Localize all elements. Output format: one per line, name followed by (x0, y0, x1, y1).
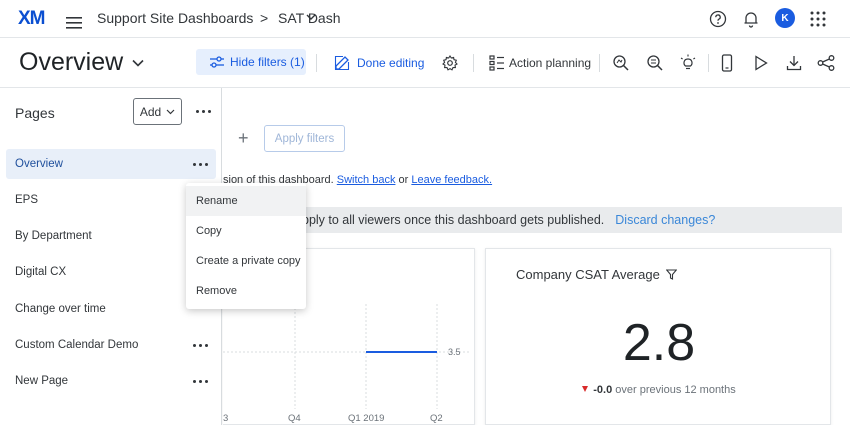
down-arrow-icon (582, 386, 589, 392)
pages-heading: Pages (15, 105, 55, 121)
x-tick-label: Q2 (430, 413, 443, 424)
x-tick-label: 3 (223, 413, 228, 424)
filter-sliders-icon (210, 56, 224, 68)
dashboard-header: Overview Hide filters (1) Done editing A… (0, 38, 850, 88)
breadcrumb-project[interactable]: Support Site Dashboards (97, 10, 253, 26)
page-context-menu: Rename Copy Create a private copy Remove (186, 183, 306, 309)
kpi-value: 2.8 (622, 314, 696, 372)
page-item-change-over-time[interactable]: Change over time (6, 294, 216, 324)
add-page-label: Add (139, 104, 162, 119)
menu-icon[interactable] (62, 11, 86, 35)
bell-icon[interactable] (739, 7, 763, 31)
zoom-insights-icon[interactable] (643, 51, 667, 75)
page-item-digital-cx[interactable]: Digital CX (6, 257, 216, 287)
page-item-eps[interactable]: EPS (6, 185, 216, 215)
top-nav-bar: XM Support Site Dashboards > SAT Dash K (0, 0, 850, 38)
action-planning-button[interactable]: Action planning (509, 56, 591, 70)
page-item-label: Change over time (15, 303, 106, 315)
play-icon[interactable] (749, 51, 773, 75)
xm-logo[interactable]: XM (18, 8, 45, 30)
switch-back-link[interactable]: Switch back (337, 174, 396, 186)
unpublished-changes-banner: pply to all viewers once this dashboard … (223, 207, 842, 233)
search-analysis-icon[interactable] (609, 51, 633, 75)
chevron-down-icon[interactable] (132, 59, 144, 67)
page-item-by-department[interactable]: By Department (6, 221, 216, 251)
apply-filters-button[interactable]: Apply filters (264, 125, 345, 152)
more-options-icon[interactable] (193, 163, 208, 166)
leave-feedback-link[interactable]: Leave feedback. (411, 174, 492, 186)
help-icon[interactable] (706, 7, 730, 31)
version-notice-or: or (398, 174, 409, 186)
page-item-label: Digital CX (15, 266, 67, 278)
action-planning-icon[interactable] (489, 55, 505, 71)
kpi-widget[interactable]: Company CSAT Average 2.8 -0.0 over previ… (485, 248, 831, 425)
more-options-icon[interactable] (193, 344, 208, 347)
page-item-label: Custom Calendar Demo (15, 339, 139, 351)
menu-item-copy[interactable]: Copy (186, 216, 306, 246)
kpi-delta-text: over previous 12 months (615, 384, 736, 396)
download-icon[interactable] (782, 51, 806, 75)
kpi-delta-value: -0.0 (593, 384, 613, 396)
app-grid-icon[interactable] (806, 7, 830, 31)
page-item-custom-calendar-demo[interactable]: Custom Calendar Demo (6, 330, 216, 360)
page-title[interactable]: Overview (19, 48, 123, 77)
breadcrumb-separator: > (260, 10, 269, 26)
toolbar-divider (473, 54, 474, 72)
filter-icon[interactable] (665, 269, 677, 280)
menu-item-remove[interactable]: Remove (186, 276, 306, 306)
mobile-preview-icon[interactable] (715, 51, 739, 75)
x-tick-label: Q1 2019 (348, 413, 384, 424)
page-item-overview[interactable]: Overview (6, 149, 216, 179)
data-value-label: 3.5 (448, 347, 461, 357)
more-options-icon[interactable] (193, 380, 208, 383)
toolbar-divider (599, 54, 600, 72)
lightbulb-icon[interactable] (676, 51, 700, 75)
toolbar-divider (708, 54, 709, 72)
menu-item-rename[interactable]: Rename (186, 186, 306, 216)
page-item-label: EPS (15, 194, 39, 206)
edit-icon[interactable] (334, 55, 350, 71)
add-filter-button[interactable]: + (238, 128, 249, 149)
page-item-label: Overview (15, 158, 63, 170)
gear-icon[interactable] (438, 51, 462, 75)
menu-item-create-private-copy[interactable]: Create a private copy (186, 246, 306, 276)
more-options-icon[interactable] (196, 110, 211, 113)
kpi-title-text: Company CSAT Average (516, 267, 660, 282)
discard-changes-link[interactable]: Discard changes? (615, 213, 715, 227)
chevron-down-icon[interactable] (306, 13, 316, 21)
add-page-button[interactable]: Add (133, 98, 182, 125)
kpi-title: Company CSAT Average (516, 267, 677, 282)
banner-text: pply to all viewers once this dashboard … (302, 213, 605, 227)
chevron-down-icon (166, 109, 175, 114)
x-tick-label: Q4 (288, 413, 301, 424)
share-icon[interactable] (814, 51, 838, 75)
hide-filters-label: Hide filters (1) (230, 55, 305, 69)
toolbar-divider (316, 54, 317, 72)
page-item-label: New Page (15, 375, 69, 387)
page-item-new-page[interactable]: New Page (6, 366, 216, 396)
done-editing-button[interactable]: Done editing (357, 56, 424, 70)
user-avatar[interactable]: K (775, 8, 795, 28)
page-item-label: By Department (15, 230, 92, 242)
kpi-comparison: -0.0 over previous 12 months (486, 384, 832, 396)
hide-filters-button[interactable]: Hide filters (1) (196, 49, 306, 75)
